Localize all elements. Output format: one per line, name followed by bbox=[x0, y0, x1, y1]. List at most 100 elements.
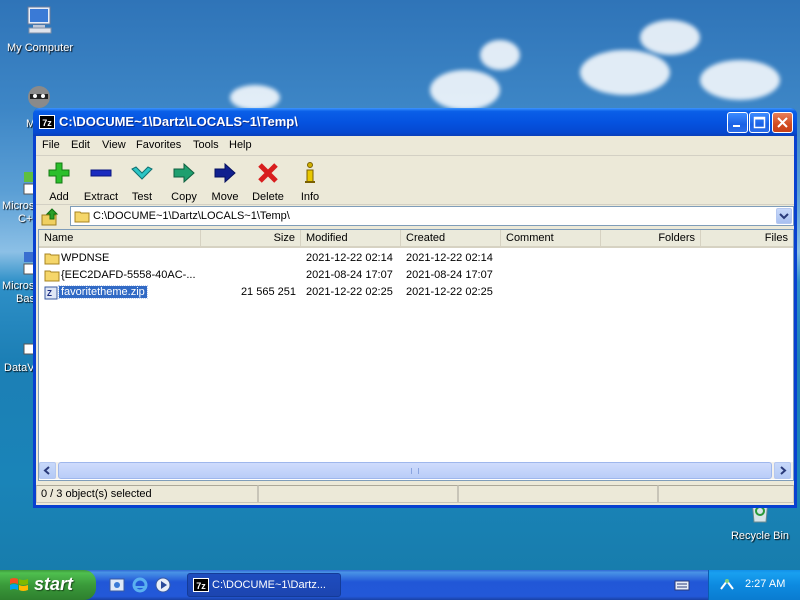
cloud bbox=[480, 40, 520, 70]
folder-icon bbox=[44, 270, 60, 282]
network-icon[interactable] bbox=[719, 577, 737, 593]
address-text: C:\DOCUME~1\Dartz\LOCALS~1\Temp\ bbox=[93, 210, 290, 222]
column-folders[interactable]: Folders bbox=[601, 230, 701, 248]
column-created[interactable]: Created bbox=[401, 230, 501, 248]
cloud bbox=[430, 70, 500, 110]
clock[interactable]: 2:27 AM bbox=[745, 578, 785, 590]
file-manager-window: 7z C:\DOCUME~1\Dartz\LOCALS~1\Temp\ File… bbox=[33, 108, 797, 508]
windows-flag-icon bbox=[10, 578, 28, 591]
internet-explorer-icon[interactable] bbox=[131, 576, 149, 594]
address-field[interactable]: C:\DOCUME~1\Dartz\LOCALS~1\Temp\ bbox=[70, 206, 794, 226]
file-list[interactable]: Name Size Modified Created Comment Folde… bbox=[38, 229, 794, 481]
toolbar: Add Extract Test Copy Move Delete Info bbox=[36, 157, 794, 205]
up-folder-icon bbox=[41, 208, 59, 226]
status-bar: 0 / 3 object(s) selected bbox=[36, 483, 794, 505]
extract-label: Extract bbox=[83, 191, 119, 203]
column-size[interactable]: Size bbox=[201, 230, 301, 248]
minimize-button[interactable] bbox=[727, 112, 748, 133]
column-files[interactable]: Files bbox=[701, 230, 793, 248]
svg-text:Z: Z bbox=[47, 289, 52, 298]
desktop-icon-partial[interactable]: Micros C+ bbox=[2, 170, 36, 225]
status-cell bbox=[658, 485, 794, 503]
quicklaunch-explorer-icon[interactable] bbox=[108, 576, 126, 594]
menu-help[interactable]: Help bbox=[229, 139, 252, 151]
folder-icon bbox=[74, 211, 90, 223]
item-created: 2021-08-24 17:07 bbox=[406, 269, 493, 281]
scroll-grip bbox=[411, 468, 419, 474]
list-item[interactable]: {EEC2DAFD-5558-40AC-... 2021-08-24 17:07… bbox=[39, 267, 793, 284]
menu-file[interactable]: File bbox=[42, 139, 60, 151]
7zip-app-icon: 7z bbox=[193, 578, 209, 592]
extract-minus-icon bbox=[90, 169, 112, 177]
column-comment[interactable]: Comment bbox=[501, 230, 601, 248]
cloud bbox=[580, 50, 670, 95]
move-button[interactable]: Move bbox=[203, 159, 247, 203]
status-cell bbox=[458, 485, 658, 503]
7zip-app-icon[interactable]: 7z bbox=[39, 115, 55, 129]
info-label: Info bbox=[300, 191, 320, 203]
copy-button[interactable]: Copy bbox=[162, 159, 206, 203]
item-modified: 2021-08-24 17:07 bbox=[306, 269, 393, 281]
system-tray: 2:27 AM bbox=[708, 570, 800, 600]
desktop-icon-label: Recycle Bin bbox=[730, 530, 790, 542]
cloud bbox=[700, 60, 780, 100]
list-item[interactable]: WPDNSE 2021-12-22 02:14 2021-12-22 02:14 bbox=[39, 250, 793, 267]
menu-bar: File Edit View Favorites Tools Help bbox=[36, 136, 794, 156]
maximize-icon bbox=[753, 116, 766, 129]
item-modified: 2021-12-22 02:14 bbox=[306, 252, 393, 264]
extract-button[interactable]: Extract bbox=[79, 159, 123, 203]
column-name[interactable]: Name bbox=[39, 230, 201, 248]
test-check-icon bbox=[131, 166, 153, 180]
menu-view[interactable]: View bbox=[102, 139, 126, 151]
taskbar-window-label: C:\DOCUME~1\Dartz... bbox=[212, 579, 326, 591]
chevron-left-icon bbox=[43, 466, 50, 475]
keyboard-icon[interactable] bbox=[674, 579, 690, 591]
up-folder-button[interactable] bbox=[40, 207, 60, 227]
start-label: start bbox=[34, 574, 74, 594]
delete-x-icon bbox=[258, 163, 278, 183]
item-created: 2021-12-22 02:14 bbox=[406, 252, 493, 264]
desktop-icon-label: C+ bbox=[18, 213, 33, 225]
delete-button[interactable]: Delete bbox=[246, 159, 290, 203]
taskbar-window-button[interactable]: 7z C:\DOCUME~1\Dartz... bbox=[187, 573, 341, 597]
zip-file-icon: Z bbox=[44, 286, 58, 300]
info-button[interactable]: Info bbox=[288, 159, 332, 203]
desktop-icon-partial[interactable]: DataV bbox=[2, 330, 36, 374]
item-name: WPDNSE bbox=[61, 252, 110, 264]
add-button[interactable]: Add bbox=[37, 159, 81, 203]
item-modified: 2021-12-22 02:25 bbox=[306, 286, 393, 298]
close-button[interactable] bbox=[772, 112, 793, 133]
copy-arrow-icon bbox=[173, 162, 195, 184]
item-name: favoritetheme.zip bbox=[58, 285, 148, 299]
info-icon bbox=[305, 162, 315, 183]
status-selection: 0 / 3 object(s) selected bbox=[36, 485, 258, 503]
move-label: Move bbox=[211, 191, 239, 203]
menu-favorites[interactable]: Favorites bbox=[136, 139, 181, 151]
scroll-right-button[interactable] bbox=[774, 462, 791, 479]
desktop-icon-partial[interactable]: Micros Bas bbox=[2, 250, 36, 305]
add-label: Add bbox=[49, 191, 69, 203]
scroll-left-button[interactable] bbox=[39, 462, 56, 479]
list-header: Name Size Modified Created Comment Folde… bbox=[39, 230, 793, 248]
media-player-icon[interactable] bbox=[154, 576, 172, 594]
window-title: C:\DOCUME~1\Dartz\LOCALS~1\Temp\ bbox=[59, 114, 298, 129]
column-modified[interactable]: Modified bbox=[301, 230, 401, 248]
taskbar: start 7z C:\DOCUME~1\Dartz... 2:27 AM bbox=[0, 570, 800, 600]
maximize-button[interactable] bbox=[749, 112, 770, 133]
title-bar[interactable]: 7z C:\DOCUME~1\Dartz\LOCALS~1\Temp\ bbox=[33, 108, 797, 136]
item-name: {EEC2DAFD-5558-40AC-... bbox=[61, 269, 196, 281]
move-arrow-icon bbox=[214, 162, 236, 184]
horizontal-scrollbar[interactable] bbox=[39, 462, 793, 479]
desktop-icon-my-computer[interactable]: My Computer bbox=[2, 4, 78, 54]
test-button[interactable]: Test bbox=[120, 159, 164, 203]
add-plus-icon bbox=[48, 162, 70, 184]
scroll-thumb[interactable] bbox=[58, 462, 772, 479]
list-item[interactable]: Z favoritetheme.zip 21 565 251 2021-12-2… bbox=[39, 284, 793, 301]
address-dropdown-button[interactable] bbox=[776, 208, 792, 224]
cloud bbox=[230, 85, 280, 110]
menu-tools[interactable]: Tools bbox=[193, 139, 219, 151]
start-button[interactable]: start bbox=[0, 570, 96, 600]
my-computer-icon bbox=[27, 6, 52, 34]
menu-edit[interactable]: Edit bbox=[71, 139, 90, 151]
minimize-icon bbox=[733, 125, 740, 127]
